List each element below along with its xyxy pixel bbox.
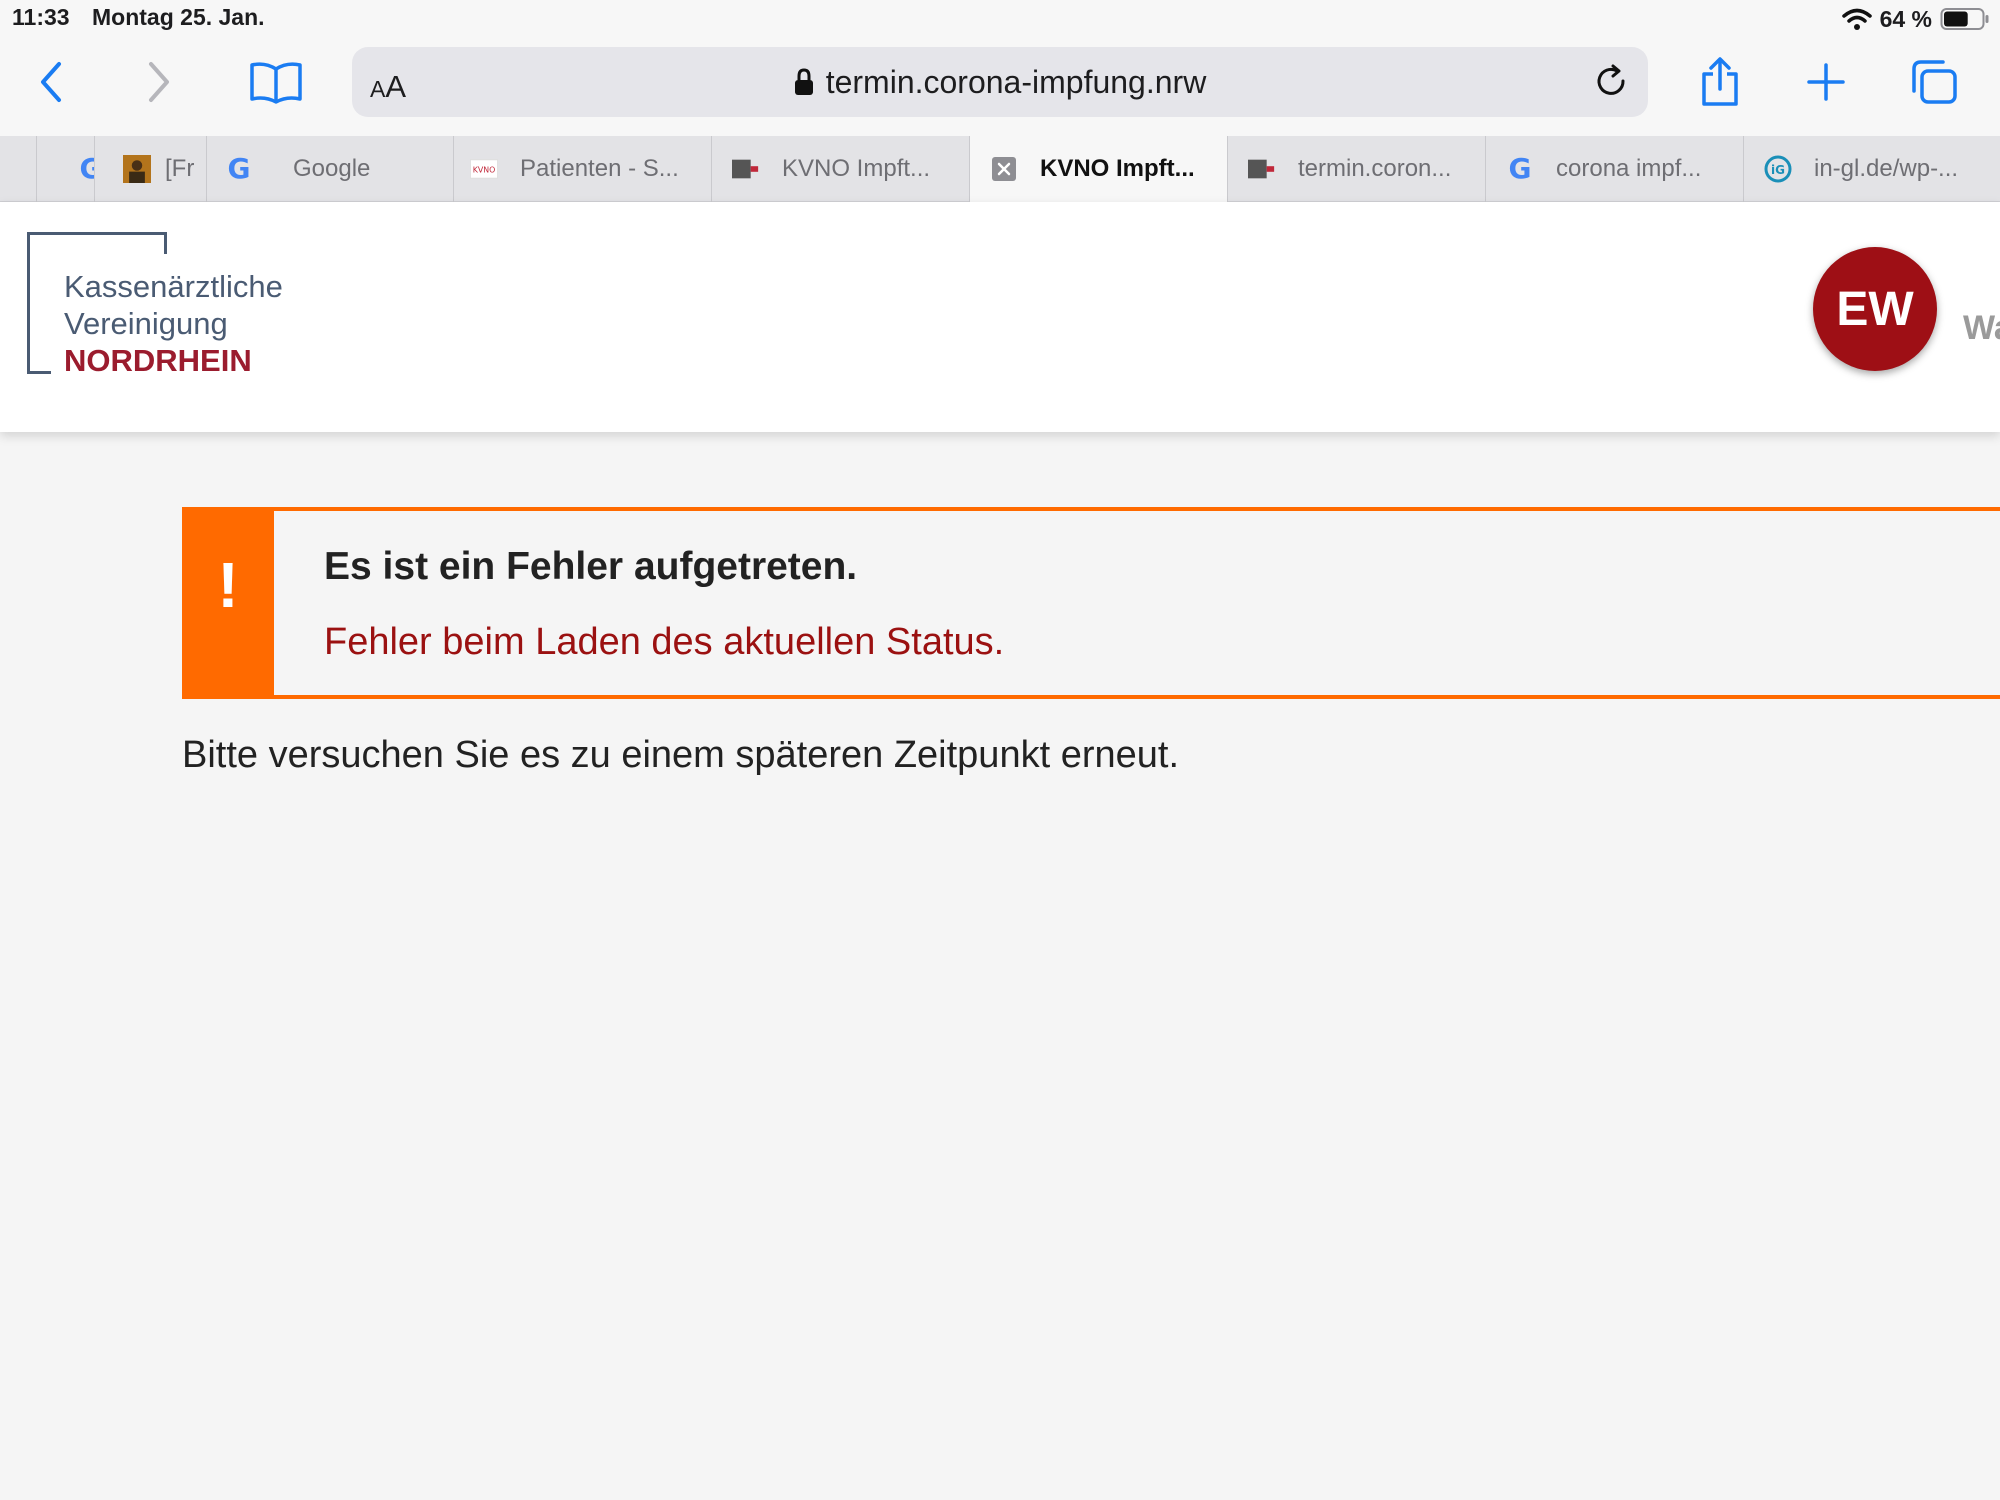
new-tab-button[interactable] (1796, 54, 1856, 110)
user-avatar[interactable]: EW (1813, 247, 1937, 371)
user-name[interactable]: Wa (1963, 309, 2000, 348)
logo-line-1: Kassenärztliche (64, 269, 283, 304)
tabs-icon (1912, 60, 1957, 104)
logo-frame (164, 232, 167, 254)
share-icon (1702, 57, 1738, 106)
globe-icon: iG (1764, 155, 1792, 183)
google-icon: G (77, 155, 95, 183)
battery-percent: 64 % (1879, 5, 1932, 32)
tab-kvno-impft-1[interactable]: KVNO Impft... (711, 136, 969, 202)
tab-corona-impf[interactable]: G corona impf... (1485, 136, 1743, 202)
alert-message: Fehler beim Laden des aktuellen Status. (324, 621, 1005, 663)
close-tab-button[interactable] (990, 155, 1018, 183)
kvno-square-icon (732, 155, 760, 183)
svg-text:KVNO: KVNO (473, 166, 496, 175)
tab-patienten[interactable]: KVNO Patienten - S... (453, 136, 711, 202)
logo-line-2: Vereinigung (64, 306, 228, 341)
image-thumbnail-icon (123, 155, 151, 183)
logo-frame (27, 232, 30, 374)
address-center: termin.corona-impfung.nrw (352, 47, 1648, 117)
tab-kvno-impft-active[interactable]: KVNO Impft... (969, 136, 1227, 202)
chevron-right-icon (149, 62, 169, 102)
tab-bar: G [Fr G Google KVNO Patienten - S... KVN… (0, 136, 2000, 202)
google-icon: G (1508, 152, 1532, 185)
forward-button[interactable] (128, 54, 188, 110)
book-icon (250, 62, 302, 104)
tab-label: [Fr (165, 155, 195, 182)
status-time: 11:33 (12, 4, 70, 30)
browser-toolbar: AA termin.corona-impfung.nrw (0, 40, 2000, 136)
tab-label: KVNO Impft... (782, 155, 931, 182)
close-icon (992, 157, 1016, 181)
tab-image[interactable]: [Fr (94, 136, 206, 202)
tab-google-small[interactable]: G (36, 136, 94, 202)
bookmarks-button[interactable] (244, 54, 308, 110)
kvno-square-icon (1248, 155, 1276, 183)
tabs-overview-button[interactable] (1904, 54, 1964, 110)
kvno-icon: KVNO (470, 155, 498, 183)
battery-icon (1940, 8, 1989, 30)
chevron-left-icon (41, 62, 61, 102)
site-header: Kassenärztliche Vereinigung NORDRHEIN EW… (0, 202, 2000, 432)
tab-in-gl[interactable]: iG in-gl.de/wp-... (1743, 136, 2000, 202)
status-date: Montag 25. Jan. (92, 4, 265, 30)
alert-stripe: ! (182, 507, 274, 699)
error-alert: ! Es ist ein Fehler aufgetreten. Fehler … (182, 507, 2000, 699)
tab-label: termin.coron... (1298, 155, 1452, 182)
logo-frame (27, 232, 167, 235)
back-button[interactable] (22, 54, 82, 110)
google-icon: G (227, 152, 251, 185)
tab-label: Patienten - S... (520, 155, 679, 182)
alert-title: Es ist ein Fehler aufgetreten. (324, 545, 858, 588)
tab-termin[interactable]: termin.coron... (1227, 136, 1485, 202)
svg-text:iG: iG (1771, 163, 1785, 177)
status-right: 64 % (1841, 4, 1990, 34)
logo-line-3: NORDRHEIN (64, 343, 252, 378)
logo-frame (27, 371, 51, 374)
share-button[interactable] (1690, 54, 1750, 110)
address-bar[interactable]: AA termin.corona-impfung.nrw (352, 47, 1648, 117)
lock-icon (794, 68, 813, 95)
tab-label: in-gl.de/wp-... (1814, 155, 1959, 182)
tab-label: Google (293, 155, 371, 182)
wifi-icon (1841, 8, 1872, 30)
reload-icon (1597, 64, 1625, 95)
tab-label: corona impf... (1556, 155, 1702, 182)
tab-google[interactable]: G Google (206, 136, 453, 202)
exclamation-icon: ! (217, 549, 239, 621)
tab-label: KVNO Impft... (1040, 155, 1195, 182)
kvno-logo[interactable]: Kassenärztliche Vereinigung NORDRHEIN (27, 232, 327, 382)
reload-button[interactable] (1592, 62, 1632, 102)
plus-icon (1807, 63, 1845, 101)
status-bar: 11:33 Montag 25. Jan. 64 % (0, 0, 2000, 40)
url-text: termin.corona-impfung.nrw (825, 63, 1207, 100)
retry-message: Bitte versuchen Sie es zu einem späteren… (182, 734, 1179, 776)
